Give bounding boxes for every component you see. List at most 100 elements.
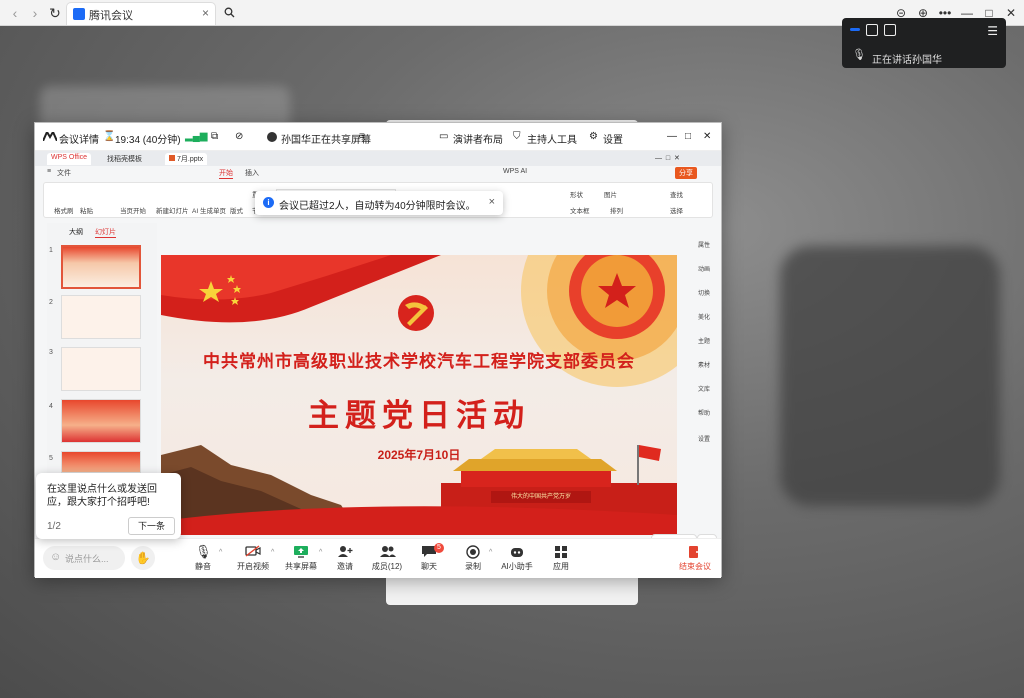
meeting-timer[interactable]: 19:34 (40分钟) [115, 131, 181, 146]
rail-help[interactable]: 帮助 [687, 408, 721, 417]
invite-label: 邀请 [337, 562, 353, 571]
notice-text: 会议已超过2人，自动转为40分钟限时会议。 [279, 201, 476, 212]
window-icon[interactable] [866, 24, 878, 36]
rail-beautify[interactable]: 美化 [687, 312, 721, 321]
slide-org-title: 中共常州市高级职业技术学校汽车工程学院支部委员会 [203, 352, 635, 371]
rail-library[interactable]: 文库 [687, 384, 721, 393]
chevron-up-icon[interactable]: ^ [271, 549, 274, 556]
chevron-up-icon[interactable]: ^ [219, 549, 222, 556]
menu-file[interactable]: 文件 [57, 168, 71, 178]
signal-icon: ▂▄▆ [185, 131, 208, 142]
host-tools-button[interactable]: 主持人工具 [527, 131, 577, 146]
textbox-button[interactable]: 文本框 [570, 205, 590, 215]
reload-icon[interactable]: ↻ [46, 4, 64, 22]
find-button[interactable]: 查找 [670, 189, 683, 199]
slide-thumbnail[interactable] [61, 347, 141, 391]
menu-icon[interactable]: ≡ [47, 168, 51, 175]
slide-thumbnail[interactable] [61, 451, 141, 473]
new-slide-button[interactable]: 新建幻灯片 [156, 205, 189, 215]
chevron-up-icon[interactable]: ^ [489, 549, 492, 556]
browser-tab[interactable]: 腾讯会议 × [66, 2, 216, 25]
meeting-top-bar: 会议详情 ⌛ 19:34 (40分钟) ▂▄▆ ⧉ ⊘ 孙国华正在共享屏幕 ≡ … [35, 123, 721, 151]
speaker-name: 孙国华 [912, 55, 942, 66]
slide-date: 2025年7月10日 [377, 448, 461, 462]
rail-animation[interactable]: 动画 [687, 264, 721, 273]
list-layout-icon[interactable] [884, 24, 896, 36]
tab-label: WPS Office [51, 154, 88, 161]
maximize-icon[interactable]: □ [685, 131, 691, 142]
slide-thumbnail[interactable] [61, 399, 141, 443]
rail-properties[interactable]: 属性 [687, 240, 721, 249]
tab-label: 找稻壳模板 [107, 156, 142, 163]
shield-icon: ⛉ [513, 131, 521, 142]
format-painter-button[interactable]: 格式刷 [54, 205, 74, 215]
rail-settings[interactable]: 设置 [687, 434, 721, 443]
video-label: 开启视频 [237, 562, 269, 571]
record-label: 录制 [465, 562, 481, 571]
tab-wps-office[interactable]: WPS Office [47, 153, 92, 165]
invite-button[interactable]: 邀请 [321, 545, 369, 572]
slide-number: 1 [49, 247, 53, 254]
arrange-button[interactable]: 排列 [610, 205, 623, 215]
share-screen-button[interactable]: 共享屏幕 [277, 545, 325, 572]
ai-robot-icon [509, 545, 525, 559]
avatar [267, 132, 277, 142]
tab-pptx[interactable]: 7月.pptx [165, 153, 208, 165]
chat-button[interactable]: 5 聊天 [405, 543, 453, 572]
meeting-details-button[interactable]: 会议详情 [59, 131, 99, 146]
hourglass-icon: ⌛ [103, 131, 116, 142]
select-button[interactable]: 选择 [670, 205, 683, 215]
presenter-layout-button[interactable]: 演讲者布局 [453, 131, 503, 146]
tip-text: 在这里说点什么或发送回应，跟大家打个招呼吧! [47, 484, 157, 508]
menu-insert[interactable]: 插入 [245, 168, 259, 178]
paste-button[interactable]: 粘贴 [80, 205, 93, 215]
rail-transition[interactable]: 切换 [687, 288, 721, 297]
slide-thumbnail[interactable] [61, 245, 141, 289]
share-screen-icon [293, 545, 309, 559]
ai-assistant-button[interactable]: AI小助手 [493, 545, 541, 572]
slide-main-title: 主题党日活动 [308, 398, 530, 433]
screen-off-icon[interactable]: ⊘ [235, 131, 243, 142]
layout-button[interactable]: 版式 [230, 205, 243, 215]
info-icon: i [263, 197, 274, 208]
members-button[interactable]: 成员(12) [363, 545, 411, 572]
ai-generate-button[interactable]: AI 生成单页 [192, 205, 226, 215]
apps-button[interactable]: 应用 [537, 545, 585, 572]
share-button[interactable]: 分享 [675, 167, 697, 179]
minimize-icon[interactable]: — [667, 131, 677, 142]
tab-slides[interactable]: 幻灯片 [95, 227, 116, 238]
shape-button[interactable]: 形状 [570, 189, 583, 199]
forward-icon[interactable]: › [26, 4, 44, 22]
rail-material[interactable]: 素材 [687, 360, 721, 369]
tab-outline[interactable]: 大纲 [69, 227, 83, 237]
speaking-label: 正在讲话: [872, 55, 915, 66]
slide-number: 3 [49, 349, 53, 356]
video-off-icon [245, 545, 261, 559]
picture-button[interactable]: 图片 [604, 189, 617, 199]
back-icon[interactable]: ‹ [6, 4, 24, 22]
close-icon[interactable]: × [489, 196, 495, 208]
popout-icon[interactable]: ⧉ [211, 131, 218, 142]
menu-wps-ai[interactable]: WPS AI [503, 168, 527, 175]
annotation-list-icon[interactable]: ≡ [359, 131, 365, 142]
close-icon[interactable]: ✕ [703, 131, 711, 142]
menu-home[interactable]: 开始 [219, 168, 233, 179]
members-label: 成员(12) [371, 562, 403, 571]
video-button[interactable]: 开启视频 [229, 545, 277, 572]
chat-input[interactable]: ☺ 说点什么... [43, 546, 125, 570]
close-tab-icon[interactable]: × [202, 6, 209, 20]
tab-template[interactable]: 找稻壳模板 [103, 153, 146, 165]
pptx-icon [169, 155, 175, 161]
search-icon[interactable] [220, 4, 238, 22]
tip-next-button[interactable]: 下一条 [128, 517, 175, 535]
end-meeting-button[interactable]: 结束会议 [671, 545, 719, 572]
settings-button[interactable]: 设置 [603, 131, 623, 146]
slide-thumbnail[interactable] [61, 295, 141, 339]
window-controls[interactable]: — □ ✕ [651, 153, 684, 165]
time-limit-notice: i 会议已超过2人，自动转为40分钟限时会议。 × [255, 191, 503, 215]
raise-hand-button[interactable]: ✋ [131, 546, 155, 570]
rail-theme[interactable]: 主题 [687, 336, 721, 345]
start-current-button[interactable]: 当页开始 [120, 205, 146, 215]
slide-number: 4 [49, 403, 53, 410]
menu-icon[interactable]: ☰ [987, 24, 998, 38]
